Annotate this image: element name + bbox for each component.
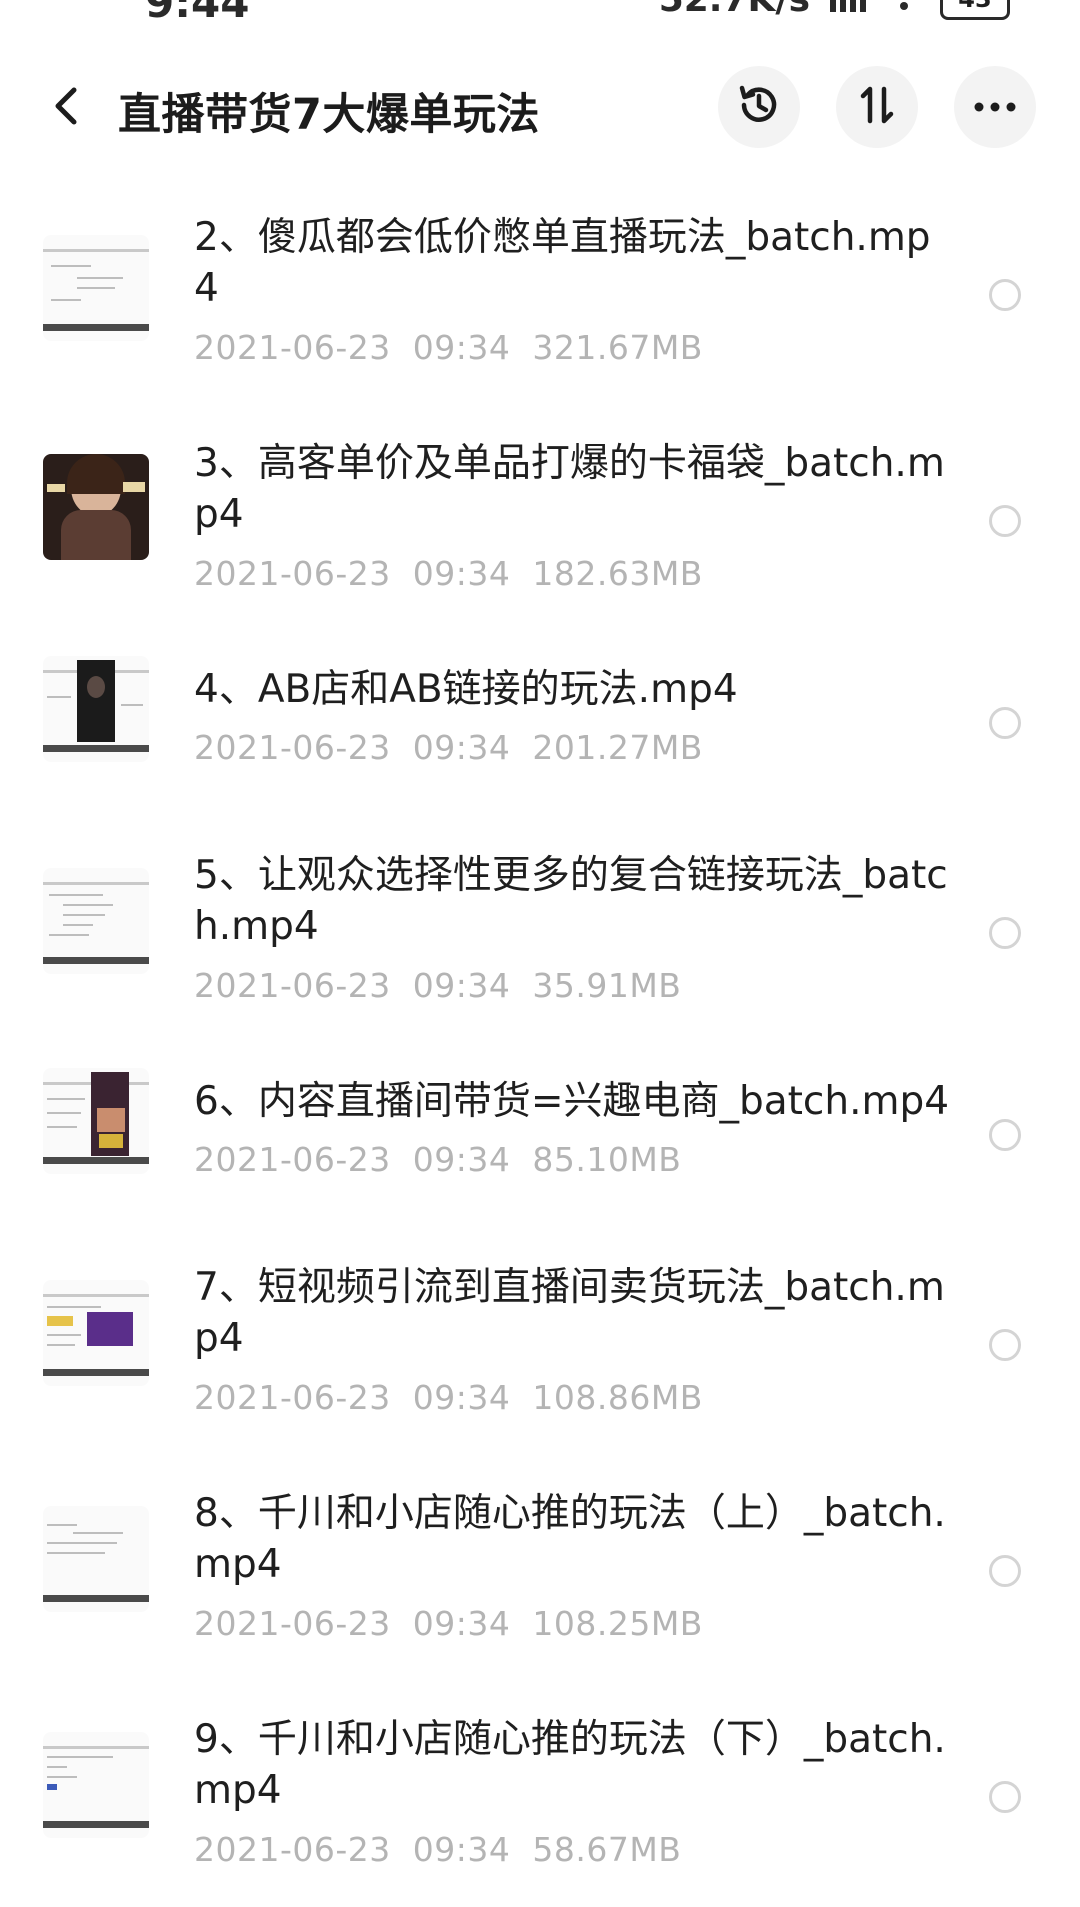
list-item[interactable]: 2、傻瓜都会低价憋单直播玩法_batch.mp4 2021-06-23 09:3… bbox=[0, 200, 1080, 400]
video-thumbnail bbox=[43, 1068, 149, 1174]
file-meta: 2021-06-23 09:34 35.91MB bbox=[194, 966, 681, 1005]
file-date: 2021-06-23 bbox=[194, 1378, 391, 1417]
file-time: 09:34 bbox=[412, 554, 511, 593]
file-name: 4、AB店和AB链接的玩法.mp4 bbox=[194, 667, 738, 712]
select-radio[interactable] bbox=[989, 1119, 1021, 1151]
battery-icon: 43 bbox=[940, 0, 1010, 20]
file-date: 2021-06-23 bbox=[194, 554, 391, 593]
select-radio[interactable] bbox=[989, 505, 1021, 537]
list-item[interactable]: 8、千川和小店随心推的玩法（上）_batch.mp4 2021-06-23 09… bbox=[0, 1476, 1080, 1676]
status-time: 9:44 bbox=[145, 0, 249, 24]
file-size: 58.67MB bbox=[532, 1830, 682, 1869]
list-item[interactable]: 6、内容直播间带货=兴趣电商_batch.mp4 2021-06-23 09:3… bbox=[0, 1064, 1080, 1224]
status-indicators: 52.7K/s 43 bbox=[659, 0, 1010, 20]
file-name: 5、让观众选择性更多的复合链接玩法_batch.mp4 bbox=[194, 853, 948, 949]
file-meta: 2021-06-23 09:34 108.25MB bbox=[194, 1604, 703, 1643]
file-date: 2021-06-23 bbox=[194, 1830, 391, 1869]
sort-arrows-icon bbox=[855, 83, 899, 131]
file-meta: 2021-06-23 09:34 85.10MB bbox=[194, 1140, 681, 1179]
file-name: 6、内容直播间带货=兴趣电商_batch.mp4 bbox=[194, 1079, 950, 1124]
file-date: 2021-06-23 bbox=[194, 1140, 391, 1179]
file-date: 2021-06-23 bbox=[194, 328, 391, 367]
signal-icon bbox=[828, 0, 868, 16]
file-meta: 2021-06-23 09:34 58.67MB bbox=[194, 1830, 681, 1869]
file-meta: 2021-06-23 09:34 321.67MB bbox=[194, 328, 703, 367]
file-size: 35.91MB bbox=[532, 966, 682, 1005]
file-meta: 2021-06-23 09:34 108.86MB bbox=[194, 1378, 703, 1417]
file-name: 2、傻瓜都会低价憋单直播玩法_batch.mp4 bbox=[194, 215, 931, 311]
video-thumbnail bbox=[43, 868, 149, 974]
video-thumbnail bbox=[43, 656, 149, 762]
more-dots-icon bbox=[973, 98, 1017, 117]
file-time: 09:34 bbox=[412, 1140, 511, 1179]
file-meta: 2021-06-23 09:34 201.27MB bbox=[194, 728, 703, 767]
file-time: 09:34 bbox=[412, 1378, 511, 1417]
file-size: 321.67MB bbox=[532, 328, 703, 367]
select-radio[interactable] bbox=[989, 1555, 1021, 1587]
file-name: 8、千川和小店随心推的玩法（上）_batch.mp4 bbox=[194, 1491, 946, 1587]
select-radio[interactable] bbox=[989, 279, 1021, 311]
history-clock-icon bbox=[736, 82, 782, 132]
app-header: 直播带货7大爆单玩法 bbox=[0, 60, 1080, 156]
chevron-left-icon bbox=[48, 86, 84, 130]
file-meta: 2021-06-23 09:34 182.63MB bbox=[194, 554, 703, 593]
file-time: 09:34 bbox=[412, 328, 511, 367]
file-name: 7、短视频引流到直播间卖货玩法_batch.mp4 bbox=[194, 1265, 945, 1361]
status-bar: 9:44 52.7K/s 43 bbox=[0, 0, 1080, 24]
select-radio[interactable] bbox=[989, 1329, 1021, 1361]
file-time: 09:34 bbox=[412, 966, 511, 1005]
file-date: 2021-06-23 bbox=[194, 728, 391, 767]
list-item[interactable]: 3、高客单价及单品打爆的卡福袋_batch.mp4 2021-06-23 09:… bbox=[0, 426, 1080, 626]
file-size: 85.10MB bbox=[532, 1140, 682, 1179]
file-size: 108.86MB bbox=[532, 1378, 703, 1417]
select-radio[interactable] bbox=[989, 917, 1021, 949]
list-item[interactable]: 7、短视频引流到直播间卖货玩法_batch.mp4 2021-06-23 09:… bbox=[0, 1250, 1080, 1450]
video-thumbnail bbox=[43, 1506, 149, 1612]
network-speed: 52.7K/s bbox=[659, 0, 810, 20]
video-thumbnail bbox=[43, 235, 149, 341]
file-size: 201.27MB bbox=[532, 728, 703, 767]
list-item[interactable]: 5、让观众选择性更多的复合链接玩法_batch.mp4 2021-06-23 0… bbox=[0, 838, 1080, 1038]
more-button[interactable] bbox=[954, 66, 1036, 148]
select-radio[interactable] bbox=[989, 707, 1021, 739]
file-date: 2021-06-23 bbox=[194, 966, 391, 1005]
file-name: 3、高客单价及单品打爆的卡福袋_batch.mp4 bbox=[194, 441, 945, 537]
list-item[interactable]: 9、千川和小店随心推的玩法（下）_batch.mp4 2021-06-23 09… bbox=[0, 1702, 1080, 1902]
list-item[interactable]: 4、AB店和AB链接的玩法.mp4 2021-06-23 09:34 201.2… bbox=[0, 652, 1080, 812]
file-time: 09:34 bbox=[412, 728, 511, 767]
file-name: 9、千川和小店随心推的玩法（下）_batch.mp4 bbox=[194, 1717, 946, 1813]
history-button[interactable] bbox=[718, 66, 800, 148]
file-date: 2021-06-23 bbox=[194, 1604, 391, 1643]
video-thumbnail bbox=[43, 454, 149, 560]
file-time: 09:34 bbox=[412, 1830, 511, 1869]
wifi-icon bbox=[886, 0, 922, 16]
back-button[interactable] bbox=[36, 78, 96, 138]
select-radio[interactable] bbox=[989, 1781, 1021, 1813]
file-size: 108.25MB bbox=[532, 1604, 703, 1643]
file-time: 09:34 bbox=[412, 1604, 511, 1643]
video-thumbnail bbox=[43, 1732, 149, 1838]
sort-button[interactable] bbox=[836, 66, 918, 148]
page-title: 直播带货7大爆单玩法 bbox=[118, 90, 540, 140]
video-thumbnail bbox=[43, 1280, 149, 1386]
file-size: 182.63MB bbox=[532, 554, 703, 593]
